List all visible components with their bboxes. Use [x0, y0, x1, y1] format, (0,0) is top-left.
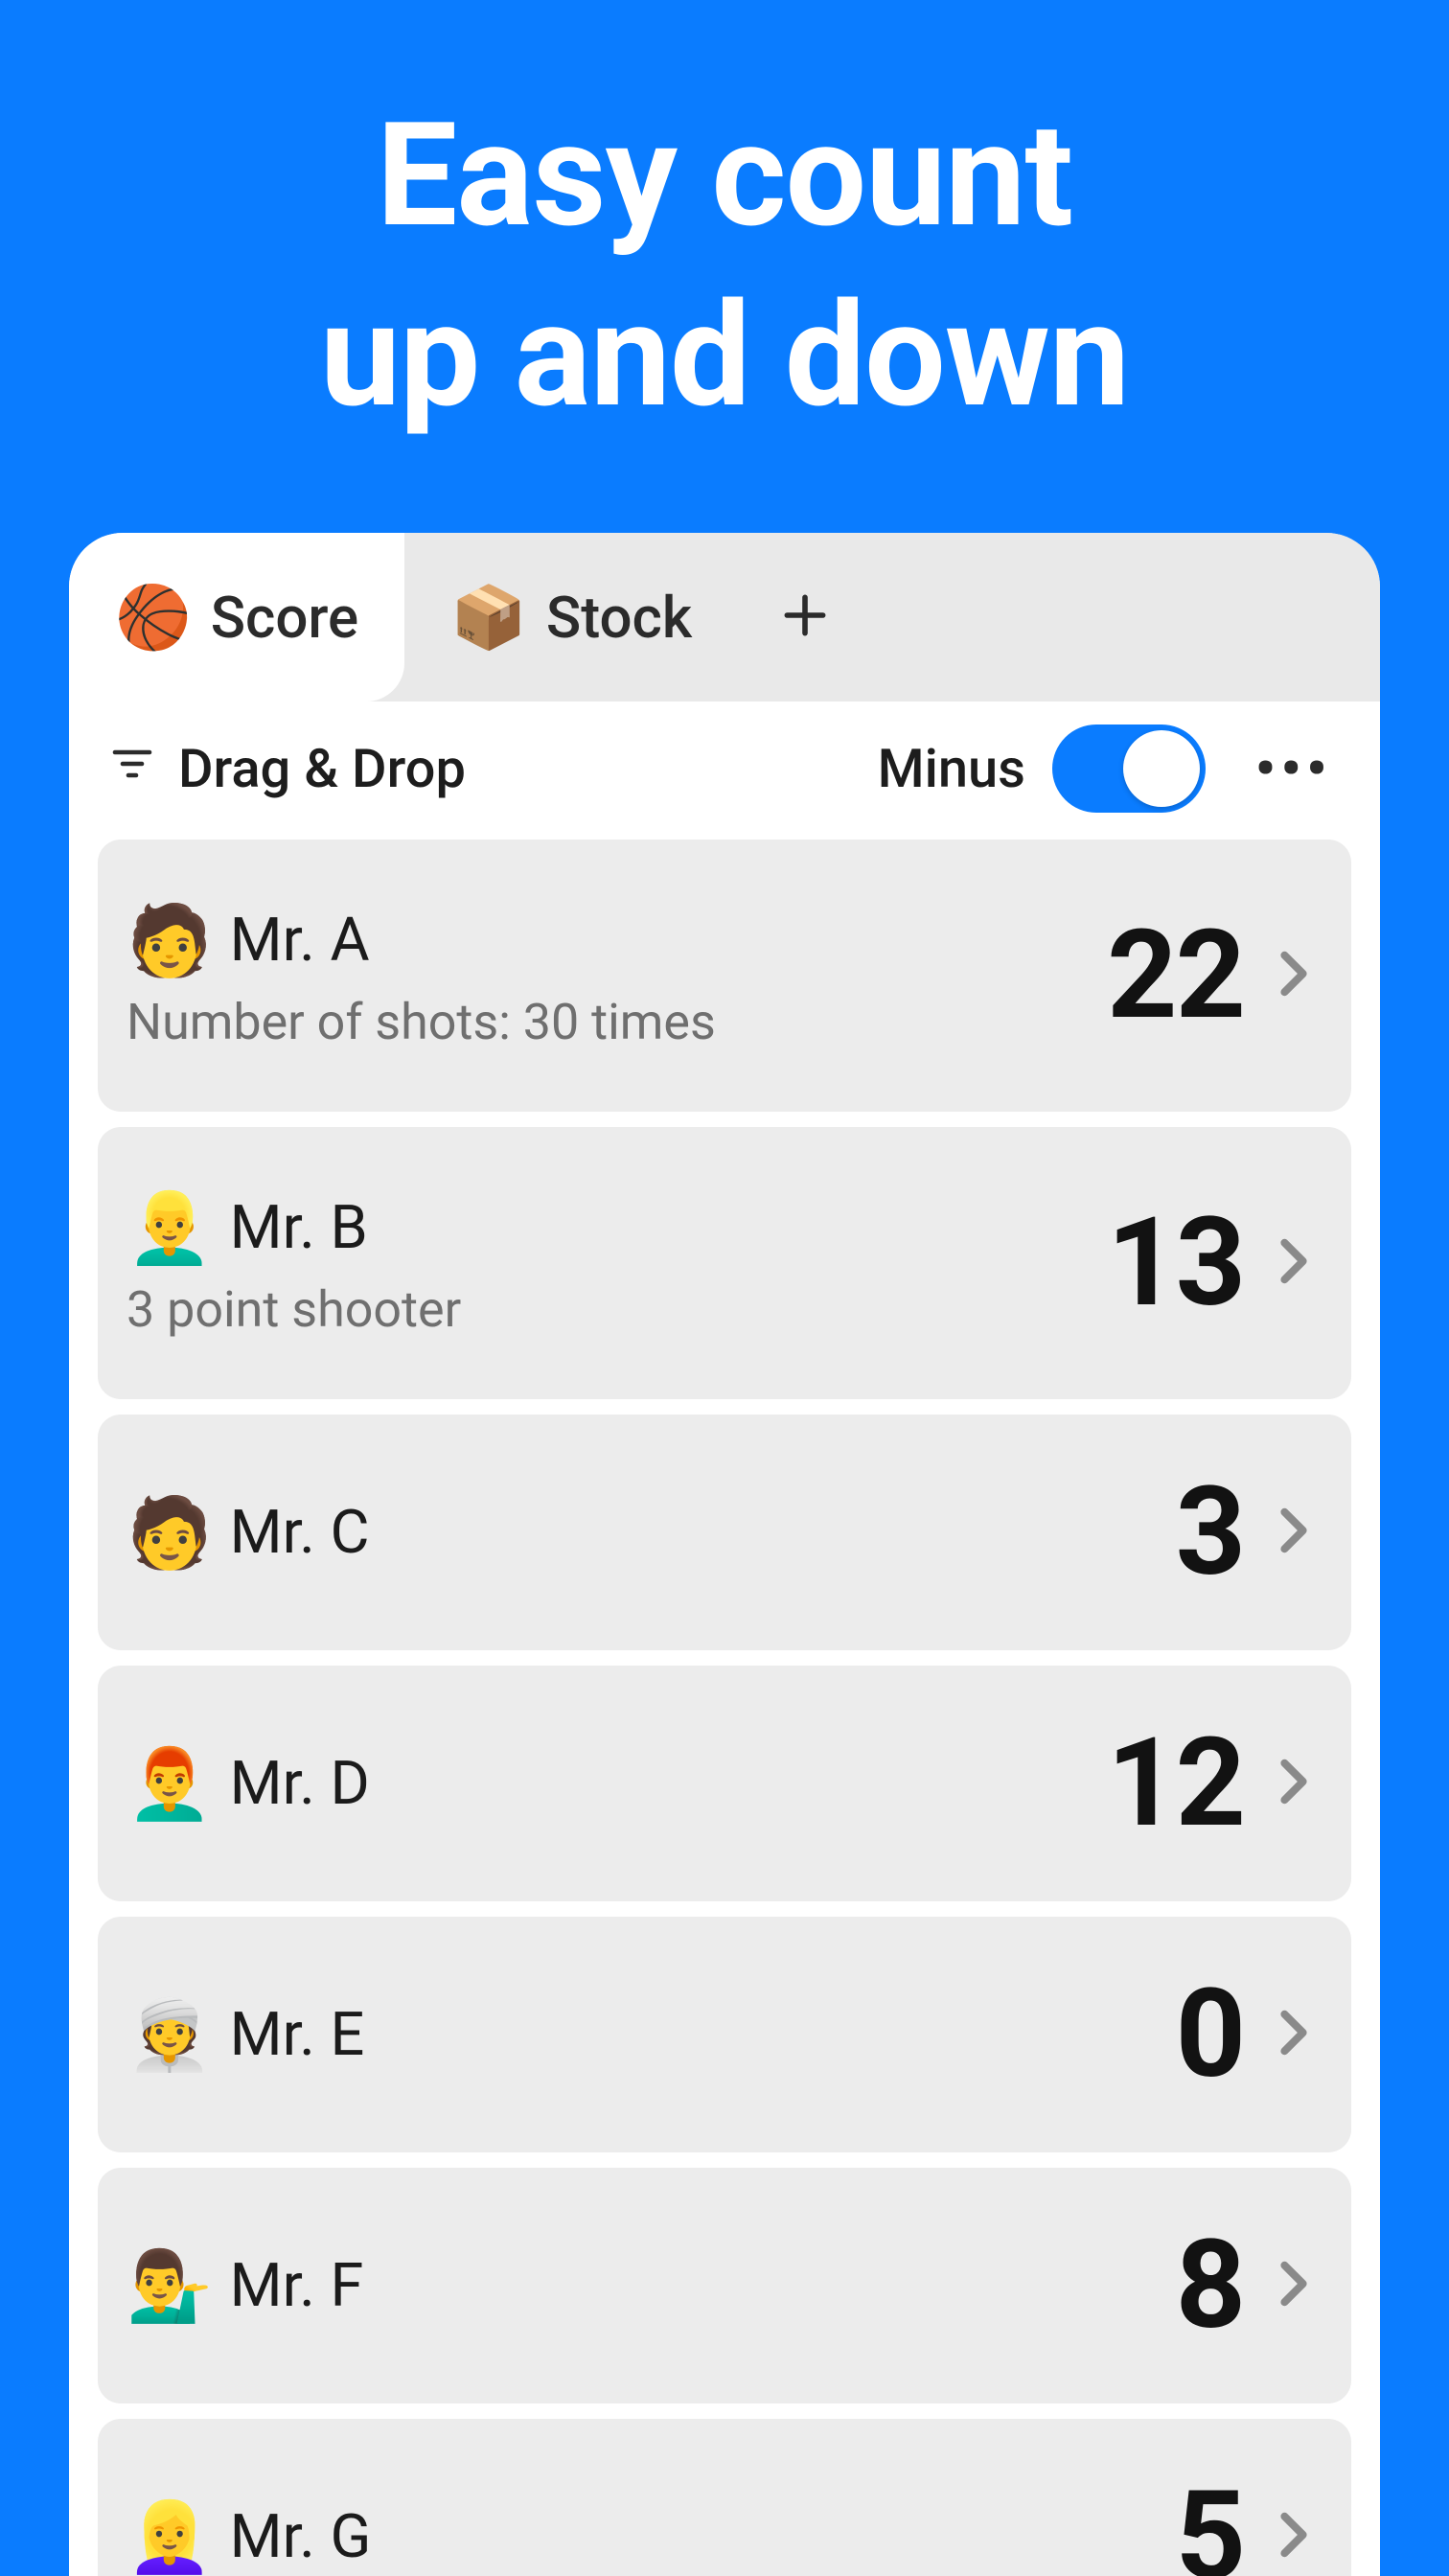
list-item-title: 👱‍♂️Mr. B: [126, 1187, 1107, 1269]
list-item-count: 5: [1176, 2465, 1244, 2576]
headline-line1: Easy count: [0, 86, 1449, 266]
list-item-name: Mr. C: [230, 1498, 370, 1568]
list-item-title: 💁‍♂️Mr. F: [126, 2245, 1176, 2327]
minus-toggle-group: Minus: [878, 724, 1206, 813]
chevron-right-icon: [1275, 2504, 1313, 2569]
list-item-subtitle: 3 point shooter: [126, 1280, 1107, 1339]
list-item-name: Mr. D: [230, 1749, 370, 1819]
person-icon: 👳: [126, 1994, 213, 2076]
app-card: 🏀 Score 📦 Stock Dr: [69, 533, 1380, 2576]
headline-line2: up and down: [0, 266, 1449, 447]
list-item-info: 👱‍♂️Mr. B 3 point shooter: [126, 1187, 1107, 1339]
toggle-knob: [1123, 730, 1200, 807]
list-item[interactable]: 👨‍🦰Mr. D12: [98, 1666, 1351, 1901]
list-item-name: Mr. F: [230, 2251, 364, 2321]
filter-icon: [109, 737, 155, 800]
chevron-right-icon: [1275, 2253, 1313, 2318]
list-item-title: 👨‍🦰Mr. D: [126, 1743, 1107, 1825]
list-item-count: 3: [1176, 1460, 1244, 1604]
list-item[interactable]: 💁‍♂️Mr. F8: [98, 2168, 1351, 2404]
list-item-name: Mr. E: [230, 2000, 365, 2070]
minus-toggle[interactable]: [1052, 724, 1206, 813]
list-item-name: Mr. A: [230, 906, 370, 976]
sort-button[interactable]: Drag & Drop: [98, 729, 477, 808]
list-item-info: 🧑Mr. A Number of shots: 30 times: [126, 900, 1107, 1051]
list-item-info: 👳Mr. E: [126, 1994, 1176, 2076]
list-item-title: 🧑Mr. C: [126, 1492, 1176, 1574]
list-item-info: 🧑Mr. C: [126, 1492, 1176, 1574]
minus-label: Minus: [878, 737, 1025, 800]
package-icon: 📦: [450, 582, 527, 654]
list-item-count: 22: [1107, 904, 1244, 1047]
ellipsis-icon: •••: [1255, 737, 1332, 800]
list-item-count: 12: [1107, 1712, 1244, 1855]
tab-label: Stock: [546, 584, 692, 652]
plus-icon: [778, 588, 832, 646]
list-item[interactable]: 👳Mr. E0: [98, 1917, 1351, 2152]
list-item[interactable]: 🧑Mr. A Number of shots: 30 times22: [98, 840, 1351, 1112]
toolbar: Drag & Drop Minus •••: [69, 702, 1380, 836]
more-button[interactable]: •••: [1246, 721, 1342, 816]
basketball-icon: 🏀: [115, 582, 192, 654]
sort-label: Drag & Drop: [178, 737, 466, 800]
chevron-right-icon: [1275, 1751, 1313, 1816]
headline: Easy count up and down: [0, 0, 1449, 446]
counter-list: 🧑Mr. ANumber of shots: 30 times22👱‍♂️Mr.…: [69, 836, 1380, 2576]
person-icon: 🧑: [126, 1492, 213, 1574]
list-item-title: 👳Mr. E: [126, 1994, 1176, 2076]
list-item-count: 8: [1176, 2214, 1244, 2358]
tab-score[interactable]: 🏀 Score: [69, 533, 404, 702]
tab-bar: 🏀 Score 📦 Stock: [69, 533, 1380, 702]
list-item[interactable]: 👱‍♀️Mr. G5: [98, 2419, 1351, 2576]
person-icon: 🧑: [126, 900, 213, 981]
tab-label: Score: [211, 584, 358, 652]
chevron-right-icon: [1275, 1500, 1313, 1565]
chevron-right-icon: [1275, 1230, 1313, 1296]
person-icon: 👨‍🦰: [126, 1743, 213, 1825]
list-item-info: 👱‍♀️Mr. G: [126, 2496, 1176, 2576]
list-item-count: 0: [1176, 1963, 1244, 2106]
list-item[interactable]: 👱‍♂️Mr. B 3 point shooter13: [98, 1127, 1351, 1399]
person-icon: 👱‍♀️: [126, 2496, 213, 2576]
person-icon: 💁‍♂️: [126, 2245, 213, 2327]
list-item[interactable]: 🧑Mr. C3: [98, 1414, 1351, 1650]
list-item-subtitle: Number of shots: 30 times: [126, 993, 1107, 1051]
tab-stock[interactable]: 📦 Stock: [404, 533, 738, 702]
person-icon: 👱‍♂️: [126, 1187, 213, 1269]
list-item-title: 🧑Mr. A: [126, 900, 1107, 981]
list-item-count: 13: [1107, 1191, 1244, 1335]
add-tab-button[interactable]: [738, 533, 872, 702]
list-item-info: 💁‍♂️Mr. F: [126, 2245, 1176, 2327]
list-item-title: 👱‍♀️Mr. G: [126, 2496, 1176, 2576]
list-item-info: 👨‍🦰Mr. D: [126, 1743, 1107, 1825]
chevron-right-icon: [1275, 943, 1313, 1008]
chevron-right-icon: [1275, 2002, 1313, 2067]
list-item-name: Mr. G: [230, 2502, 372, 2572]
list-item-name: Mr. B: [230, 1193, 368, 1263]
